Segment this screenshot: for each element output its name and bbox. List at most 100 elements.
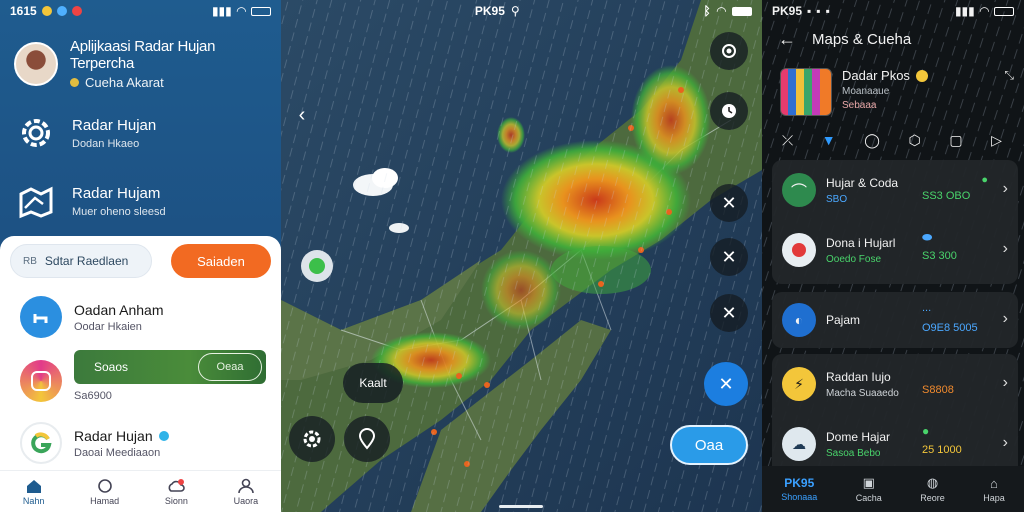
back-button[interactable]: ‹ — [289, 96, 315, 134]
progress-bar: Soaos Oeaa — [74, 350, 266, 384]
shield-icon[interactable]: ⬡ — [909, 132, 921, 149]
instagram-icon — [20, 360, 62, 402]
drop-icon[interactable]: ◯ — [864, 132, 880, 149]
cross-tools-icon: ✕ — [721, 302, 737, 323]
orange-action-button[interactable]: Saiaden — [171, 244, 271, 278]
radar-action-button[interactable]: Oaa — [670, 425, 748, 465]
avatar[interactable] — [14, 42, 58, 86]
list-item-dots: ... — [922, 302, 932, 314]
list-item[interactable]: ☁ Dome Hajar Sasoa Bebo 25 1000 ● › — [772, 414, 1018, 474]
list-item-value: S3 300 — [922, 250, 957, 262]
clock-icon — [97, 478, 112, 493]
list-group: ◐ Pajam ... O9E8 5005 › — [772, 292, 1018, 348]
time-button[interactable] — [710, 92, 748, 130]
user-icon — [238, 478, 254, 493]
list-item-title: Pajam — [826, 313, 861, 327]
nav-label: Cacha — [855, 493, 882, 503]
wifi-icon: ◠ — [716, 4, 726, 18]
nav-active-label: PK95 — [784, 476, 815, 490]
menu-item-radar[interactable]: Radar Hujan Dodan Hkaeo — [0, 102, 281, 164]
weather-icon: ☁ — [782, 427, 816, 461]
whatsapp-button[interactable] — [301, 250, 333, 282]
menu-item-subtitle: Muer oheno sleesd — [72, 205, 166, 218]
page-title: Maps & Cueha — [812, 30, 912, 48]
location-pin-icon: ⚲ — [510, 4, 520, 18]
nav-hapa[interactable]: ⌂ Hapa — [983, 476, 1005, 503]
list-item[interactable]: Dona i Hujarl Ooedo Fose S3 300 ⬬ › — [772, 220, 1018, 280]
signal-icon: ▮▮▮ — [211, 4, 232, 18]
nav-label: Sionn — [164, 495, 188, 506]
top-app-bar: ← Maps & Cueha — [762, 22, 1024, 56]
nav-history[interactable]: Hamad — [90, 478, 119, 506]
list-item[interactable]: ◐ Pajam ... O9E8 5005 › — [772, 292, 1018, 348]
calendar-icon: ▣ — [862, 475, 875, 490]
menu-item-radar-2[interactable]: Radar Hujam Muer oheno sleesd — [0, 170, 281, 232]
nav-home[interactable]: Nahn — [22, 478, 45, 506]
location-button[interactable] — [344, 416, 390, 462]
next-icon[interactable]: ▷ — [991, 132, 1002, 149]
app-thumbnail — [780, 68, 832, 116]
list-item[interactable]: ⌒ Hujar & Coda SBO SS3 OBO ● › — [772, 160, 1018, 220]
share-icon[interactable]: ⤫ — [782, 132, 793, 149]
nav-reore[interactable]: ◍ Reore — [920, 475, 945, 503]
lightning-icon: ⚡ — [782, 367, 816, 401]
chevron-right-icon: › — [1002, 374, 1008, 391]
search-pill[interactable]: RB Sdtar Raedlaen — [10, 244, 152, 278]
chat-icon[interactable]: ▢ — [949, 132, 962, 149]
chair-icon — [20, 296, 62, 338]
toggle-icon[interactable]: ⬬ — [922, 230, 932, 245]
tool-button[interactable]: ✕ — [710, 294, 748, 332]
radar-map-panel[interactable]: PK95 ⚲ ᛒ ◠ ‹ ✕ ✕ ✕ ✕ Kaalt Oaa — [281, 0, 762, 512]
tool-button[interactable]: ✕ — [710, 238, 748, 276]
home-icon: ⌂ — [990, 475, 998, 491]
back-arrow-icon[interactable]: ← — [778, 29, 796, 50]
notification-icon: ▪ — [825, 4, 830, 18]
moon-icon: ◐ — [782, 303, 816, 337]
battery-icon — [251, 6, 271, 16]
menu-item-subtitle: Dodan Hkaeo — [72, 137, 140, 150]
list-item[interactable]: Radar Hujan Daoai Meediaaon — [0, 414, 281, 472]
list-item[interactable]: ⚡ Raddan Iujo Macha Suaaedo S8808 › — [772, 354, 1018, 414]
nav-home[interactable]: PK95 Shonaaa — [781, 476, 817, 502]
nav-cache[interactable]: ▣ Cacha — [856, 475, 882, 503]
wifi-icon: ◠ — [979, 4, 989, 18]
list-item-sub: Sasoa Bebo — [826, 447, 881, 459]
list-item-sub: Macha Suaaedo — [826, 387, 899, 399]
layers-button[interactable] — [710, 32, 748, 70]
nav-label: Shonaaa — [781, 492, 818, 502]
progress-button[interactable]: Oeaa — [198, 353, 262, 381]
shirt-icon[interactable]: ▼ — [822, 132, 836, 149]
user-icon: ◍ — [926, 475, 939, 490]
battery-icon — [731, 6, 752, 16]
maps-panel: PK95 ▪ ▪ ▪ ▮▮▮ ◠ ← Maps & Cueha Dadar Pk… — [762, 0, 1024, 512]
profile-header[interactable]: Aplijkaasi Radar Hujan Terpercha Cueha A… — [0, 22, 281, 94]
notification-icon — [41, 6, 52, 16]
app-card[interactable]: Dadar Pkos Moanaaue Sebaaa ⤡ — [780, 68, 1014, 116]
tool-button[interactable]: ✕ — [710, 184, 748, 222]
chevron-right-icon: › — [1002, 310, 1008, 327]
badge-icon: ● — [981, 174, 988, 186]
bottom-nav: Nahn Hamad Sionn Uaora — [0, 470, 281, 512]
nav-label: Hapa — [983, 492, 1005, 503]
list-item[interactable]: Soaos Oeaa Sa6900 — [0, 346, 281, 414]
nav-profile[interactable]: Uaora — [234, 478, 258, 506]
cross-tools-icon: ✕ — [721, 192, 737, 213]
cloud-icon — [168, 478, 186, 492]
list-group: ⚡ Raddan Iujo Macha Suaaedo S8808 › ☁ Do… — [772, 354, 1018, 478]
list-item[interactable]: Oadan Anham Oodar Hkaien — [0, 288, 281, 346]
expand-icon[interactable]: ⤡ — [1004, 68, 1014, 116]
search-prefix: RB — [23, 255, 37, 267]
list-item-value: SS3 OBO — [922, 190, 971, 202]
location-pin-icon — [358, 428, 376, 450]
nav-notifications[interactable]: Sionn — [165, 478, 188, 506]
list-item-value: S8808 — [922, 384, 954, 396]
app-title: Aplijkaasi Radar Hujan Terpercha — [70, 38, 216, 72]
star-icon — [915, 69, 928, 82]
chevron-right-icon: › — [1002, 434, 1008, 451]
settings-button[interactable] — [289, 416, 335, 462]
progress-label: Soaos — [94, 360, 129, 374]
nav-label: Nahn — [22, 495, 45, 506]
location-label[interactable]: Kaalt — [343, 363, 403, 403]
share-button[interactable]: ✕ — [704, 362, 748, 406]
verified-icon — [158, 430, 169, 441]
